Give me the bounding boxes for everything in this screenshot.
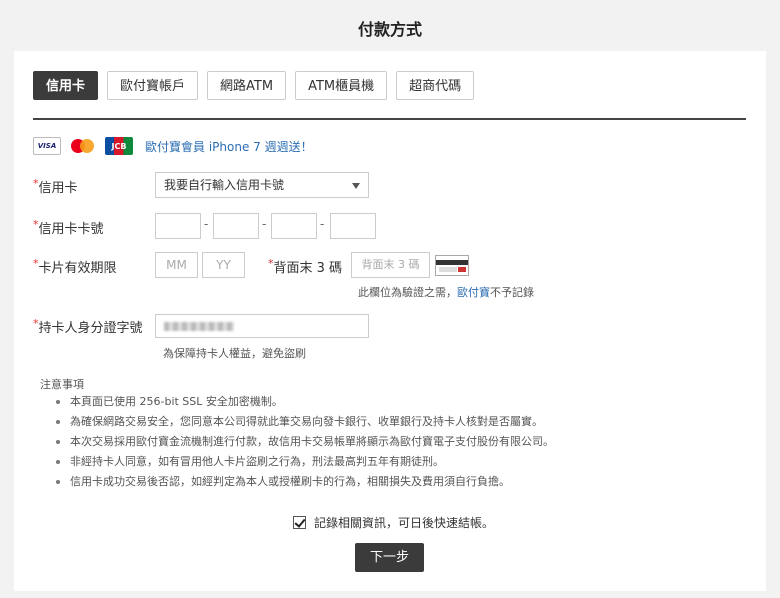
promo-link[interactable]: 歐付寶會員 iPhone 7 週週送！ xyxy=(145,138,313,155)
masked-id-value xyxy=(164,322,234,331)
remember-label: 記錄相關資訊，可日後快速結帳。 xyxy=(314,516,495,530)
card-select-label: *信用卡 xyxy=(33,177,78,196)
tab-atm-teller[interactable]: ATM櫃員機 xyxy=(295,71,388,100)
mastercard-logo-icon xyxy=(69,137,97,155)
tab-convenience-store[interactable]: 超商代碼 xyxy=(396,71,475,100)
id-number-input[interactable] xyxy=(155,314,369,338)
dropdown-arrow-icon xyxy=(352,183,360,189)
payment-panel: 信用卡 歐付寶帳戶 網路ATM ATM櫃員機 超商代碼 VISA JCB 歐付寶… xyxy=(14,51,766,591)
allpay-link[interactable]: 歐付寶 xyxy=(457,286,490,299)
expiry-month-input[interactable]: MM xyxy=(155,252,198,278)
payment-tabs: 信用卡 歐付寶帳戶 網路ATM ATM櫃員機 超商代碼 xyxy=(33,71,475,100)
card-number-input-1[interactable] xyxy=(155,213,201,239)
card-back-icon xyxy=(435,255,469,276)
notice-item: 本頁面已使用 256-bit SSL 安全加密機制。 xyxy=(56,392,554,412)
notice-item: 非經持卡人同意，如有冒用他人卡片盜刷之行為，刑法最高判五年有期徒刑。 xyxy=(56,452,554,472)
visa-logo-icon: VISA xyxy=(33,137,61,155)
card-select[interactable]: 我要自行輸入信用卡號 xyxy=(155,172,369,198)
card-number-dash: - xyxy=(262,217,267,231)
card-number-input-3[interactable] xyxy=(271,213,317,239)
expiry-year-input[interactable]: YY xyxy=(202,252,245,278)
notice-title: 注意事項 xyxy=(40,378,84,391)
cvv-label: *背面末 3 碼 xyxy=(268,257,343,276)
card-number-input-4[interactable] xyxy=(330,213,376,239)
cvv-note: 此欄位為驗證之需，歐付寶不予記錄 xyxy=(358,286,534,299)
card-number-input-2[interactable] xyxy=(213,213,259,239)
id-number-label: *持卡人身分證字號 xyxy=(33,317,143,336)
next-step-button[interactable]: 下一步 xyxy=(355,543,424,572)
cvv-input[interactable]: 背面末 3 碼 xyxy=(351,252,430,278)
notice-item: 為確保網路交易安全，您同意本公司得就此筆交易向發卡銀行、收單銀行及持卡人核對是否… xyxy=(56,412,554,432)
card-number-label: *信用卡卡號 xyxy=(33,218,104,237)
page-title: 付款方式 xyxy=(357,20,422,39)
id-note: 為保障持卡人權益，避免盜刷 xyxy=(163,347,306,360)
notice-list: 本頁面已使用 256-bit SSL 安全加密機制。 為確保網路交易安全，您同意… xyxy=(56,392,554,492)
remember-checkbox[interactable] xyxy=(293,516,306,529)
expiry-label: *卡片有效期限 xyxy=(33,257,117,276)
tab-allpay-account[interactable]: 歐付寶帳戶 xyxy=(107,71,199,100)
card-number-dash: - xyxy=(204,217,209,231)
tab-divider xyxy=(33,118,746,120)
notice-item: 信用卡成功交易後否認，如經判定為本人或授權刷卡的行為，相關損失及費用須自行負擔。 xyxy=(56,472,554,492)
tab-credit-card[interactable]: 信用卡 xyxy=(33,71,99,100)
card-brand-row: VISA JCB 歐付寶會員 iPhone 7 週週送！ xyxy=(33,135,313,157)
tab-web-atm[interactable]: 網路ATM xyxy=(207,71,287,100)
card-number-dash: - xyxy=(320,217,325,231)
jcb-logo-icon: JCB xyxy=(105,137,133,155)
notice-item: 本次交易採用歐付寶金流機制進行付款，故信用卡交易帳單將顯示為歐付寶電子支付股份有… xyxy=(56,432,554,452)
remember-option: 記錄相關資訊，可日後快速結帳。 xyxy=(293,514,494,531)
